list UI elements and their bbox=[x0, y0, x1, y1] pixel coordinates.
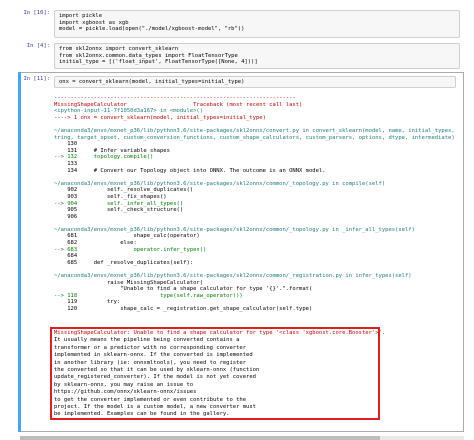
traceback-line: MissingShapeCalculator Traceback (most r… bbox=[54, 101, 303, 108]
code-input[interactable]: onx = convert_sklearn(model, initial_typ… bbox=[54, 76, 456, 88]
traceback-line: --> 132 topology.compile() bbox=[54, 154, 154, 161]
traceback-line: ~/anaconda3/envs/mxnet_p36/lib/python3.6… bbox=[54, 226, 415, 233]
traceback-line: raise MissingShapeCalculator( bbox=[54, 279, 204, 286]
traceback-line bbox=[54, 266, 458, 273]
traceback-line: --> 683 operator.infer_types() bbox=[54, 246, 207, 253]
error-message-line: in another library (ie: onnxmltools), yo… bbox=[54, 359, 247, 366]
traceback-line: 685 def _resolve_duplicates(self): bbox=[54, 259, 194, 266]
traceback-line: 681 shape_calc(operator) bbox=[54, 233, 200, 240]
code-input[interactable]: import pickle import xgboost as xgb mode… bbox=[54, 10, 460, 38]
code-input[interactable]: from skl2onnx import convert_sklearn fro… bbox=[54, 43, 460, 69]
traceback-line: 120 shape_calc = _registration.get_shape… bbox=[54, 306, 313, 312]
traceback-line: --> 904 self._infer_all_types() bbox=[54, 200, 184, 207]
traceback-line: 684 bbox=[54, 253, 78, 260]
code-cell-2[interactable]: In [4]: from skl2onnx import convert_skl… bbox=[20, 43, 460, 73]
error-message-line: https://github.com/onnx/sklearn-onnx/iss… bbox=[54, 389, 197, 396]
error-message-line: the converted so that it can be used by … bbox=[54, 366, 260, 373]
traceback-line: "Unable to find a shape calculator for t… bbox=[54, 286, 313, 293]
cell-prompt: In [4]: bbox=[26, 43, 50, 49]
traceback-line: 682 else: bbox=[54, 240, 137, 247]
traceback-line: ~/anaconda3/envs/mxnet_p36/lib/python3.6… bbox=[54, 180, 386, 187]
error-message-line: project. If the model is a custom model,… bbox=[54, 403, 256, 410]
traceback-line: 133 bbox=[54, 160, 78, 167]
traceback-line: tring, target_opset, custom_conversion_f… bbox=[54, 134, 455, 141]
traceback-line bbox=[54, 220, 458, 227]
cell-prompt: In [10]: bbox=[23, 10, 51, 16]
traceback-line: 134 # Convert our Topology object into O… bbox=[54, 167, 326, 174]
error-message-line: by sklearn-onnx, you may raise an issue … bbox=[54, 381, 194, 388]
code-cell-1[interactable]: In [10]: import pickle import xgboost as… bbox=[20, 10, 460, 40]
traceback-line: 903 self._fix_shapes() bbox=[54, 193, 167, 200]
scrollbar-thumb[interactable] bbox=[20, 436, 380, 440]
traceback-line: 905 self._check_structure() bbox=[54, 207, 184, 214]
traceback-line: 119 try: bbox=[54, 299, 121, 306]
traceback-line: ~/anaconda3/envs/mxnet_p36/lib/python3.6… bbox=[54, 127, 458, 134]
error-message-line: to get the converter implemented or even… bbox=[54, 396, 247, 403]
error-message-line: It usually means the pipeline being conv… bbox=[54, 337, 240, 344]
code-line: import xgboost as xgb bbox=[59, 19, 129, 26]
traceback-line: --> 118 type(self.raw_operator))) bbox=[54, 292, 243, 299]
error-message: MissingShapeCalculator: Unable to find a… bbox=[54, 330, 458, 419]
traceback-line: ~/anaconda3/envs/mxnet_p36/lib/python3.6… bbox=[54, 273, 412, 280]
code-line: import pickle bbox=[59, 13, 103, 19]
code-line: from skl2onnx.common.data_types import F… bbox=[59, 52, 238, 59]
traceback-line bbox=[54, 174, 458, 181]
error-message-line: transformer or a predictor with no corre… bbox=[54, 344, 247, 351]
code-line: onx = convert_sklearn(model, initial_typ… bbox=[59, 79, 245, 85]
active-cell-indicator bbox=[18, 72, 21, 432]
error-message-line: be implemented. Examples can be found in… bbox=[54, 411, 230, 418]
traceback-line: 902 self._resolve_duplicates() bbox=[54, 187, 194, 194]
traceback-output: ----------------------------------------… bbox=[54, 95, 458, 313]
traceback-line: 130 bbox=[54, 141, 78, 148]
traceback-line: ----------------------------------------… bbox=[54, 95, 296, 101]
traceback-line: 131 # Infer variable shapes bbox=[54, 147, 170, 154]
code-line: model = pickle.load(open("./model/xgboos… bbox=[59, 26, 245, 33]
code-line: initial_type = [('float_input', FloatTen… bbox=[59, 59, 258, 66]
error-message-line: MissingShapeCalculator: Unable to find a… bbox=[54, 330, 386, 336]
error-message-line: update_registered_converter). If the mod… bbox=[54, 374, 256, 381]
traceback-line bbox=[54, 121, 458, 128]
error-message-line: implemented in sklearn-onnx. If the conv… bbox=[54, 352, 253, 359]
traceback-line: <ipython-input-11-7f1050d3a167> in <modu… bbox=[54, 108, 204, 115]
traceback-line: 906 bbox=[54, 213, 78, 220]
cell-prompt: In [11]: bbox=[23, 76, 51, 82]
code-cell-3[interactable]: In [11]: onx = convert_sklearn(model, in… bbox=[20, 76, 460, 90]
code-line: from skl2onnx import convert_sklearn bbox=[59, 46, 179, 52]
traceback-line: ----> 1 onx = convert_sklearn(model, ini… bbox=[54, 114, 266, 121]
